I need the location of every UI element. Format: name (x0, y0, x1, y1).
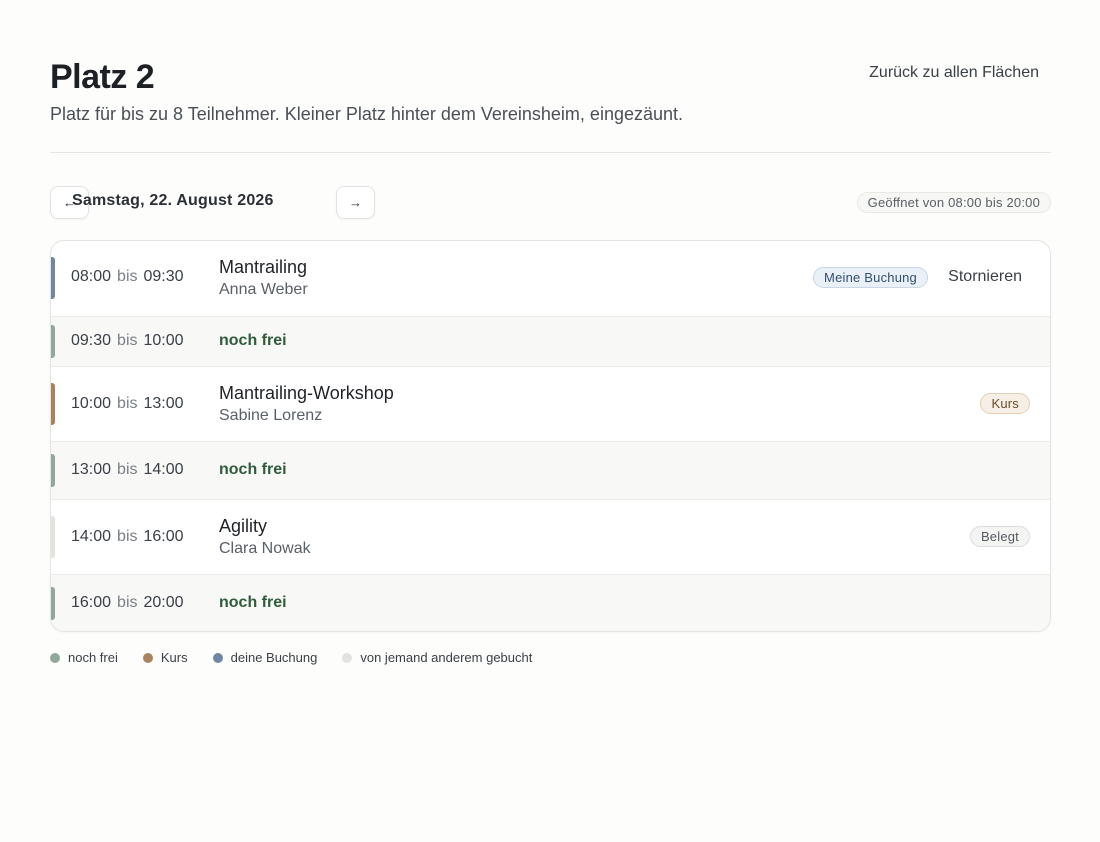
slot-time-separator: bis (117, 461, 138, 478)
slot-free-label: noch frei (219, 594, 287, 611)
slot-time-separator: bis (117, 395, 138, 412)
slot-start: 14:00 (71, 528, 112, 545)
slot-status-bar (51, 383, 55, 425)
slot-item[interactable]: 16:00 bis 20:00 noch frei (51, 574, 1050, 631)
slot-time: 10:00 bis 13:00 (71, 395, 184, 413)
legend: noch frei Kurs deine Buchung von jemand … (50, 650, 557, 665)
slot-status-bar (51, 587, 55, 620)
legend-dot (142, 652, 153, 663)
slot-title: Agility (219, 516, 268, 536)
slot-free-label: noch frei (219, 461, 287, 478)
slot-end: 16:00 (143, 528, 184, 545)
legend-label: von jemand anderem gebucht (360, 650, 533, 665)
slot-free-label: noch frei (219, 332, 287, 349)
slot-end: 20:00 (143, 594, 184, 611)
slot-title: Mantrailing (219, 257, 308, 277)
slot-item[interactable]: 09:30 bis 10:00 noch frei (51, 316, 1050, 366)
slot-time-separator: bis (117, 332, 138, 349)
legend-label: deine Buchung (230, 650, 318, 665)
next-day-button[interactable]: → (336, 186, 375, 219)
slot-start: 09:30 (71, 332, 112, 349)
status-badge: Kurs (980, 393, 1030, 414)
legend-dot (50, 652, 60, 663)
legend-label: Kurs (160, 650, 188, 665)
back-to-areas-link[interactable]: Zurück zu allen Flächen (869, 64, 1039, 82)
status-badge: Belegt (969, 526, 1030, 547)
slot-item: 08:00 bis 09:30 Mantrailing Anna Weber Mei… (51, 241, 1050, 316)
slot-item[interactable]: 13:00 bis 14:00 noch frei (51, 441, 1050, 499)
slot-end: 10:00 (143, 332, 184, 349)
slot-start: 08:00 (71, 268, 112, 285)
slot-status-bar (51, 454, 55, 487)
current-date: Samstag, 22. August 2026 (72, 192, 274, 209)
legend-dot (342, 652, 353, 663)
slot-item: 14:00 bis 16:00 Agility Clara Nowak Belegt (51, 499, 1050, 574)
slot-list: 08:00 bis 09:30 Mantrailing Anna Weber Mei… (50, 240, 1051, 632)
slot-start: 10:00 (71, 395, 112, 412)
slot-item: 10:00 bis 13:00 Mantrailing-Workshop Sabin… (51, 366, 1050, 441)
slot-time: 08:00 bis 09:30 (71, 268, 184, 286)
slot-time: 09:30 bis 10:00 (71, 332, 184, 350)
arrow-right-icon: → (349, 195, 362, 210)
slot-end: 09:30 (143, 268, 184, 285)
legend-item-mine: deine Buchung (212, 650, 318, 665)
slot-time: 13:00 bis 14:00 (71, 461, 184, 479)
legend-label: noch frei (68, 650, 118, 665)
slot-title: Mantrailing-Workshop (219, 383, 394, 403)
slot-time: 14:00 bis 16:00 (71, 528, 184, 546)
slot-owner: Clara Nowak (219, 540, 311, 557)
slot-time-separator: bis (117, 268, 138, 285)
slot-status-bar (51, 325, 55, 358)
slot-owner: Anna Weber (219, 281, 308, 298)
page-header: Platz 2 Platz für bis zu 8 Teilnehmer. K… (50, 0, 1051, 153)
slot-end: 13:00 (143, 395, 184, 412)
slot-time-separator: bis (117, 528, 138, 545)
page-subtitle: Platz für bis zu 8 Teilnehmer. Kleiner P… (50, 104, 684, 124)
legend-item-taken: von jemand anderem gebucht (342, 650, 532, 665)
slot-status-bar (51, 257, 55, 299)
slot-start: 16:00 (71, 594, 112, 611)
legend-item-course: Kurs (142, 650, 188, 665)
legend-dot (212, 652, 223, 663)
slot-end: 14:00 (143, 461, 184, 478)
opening-hours-badge: Geöffnet von 08:00 bis 20:00 (856, 192, 1051, 213)
slot-owner: Sabine Lorenz (219, 407, 323, 424)
slot-time-separator: bis (117, 594, 138, 611)
status-badge: Meine Buchung (813, 267, 928, 288)
cancel-booking-button[interactable]: Stornieren (948, 268, 1022, 286)
slot-start: 13:00 (71, 461, 112, 478)
slot-time: 16:00 bis 20:00 (71, 594, 184, 612)
slot-status-bar (51, 516, 55, 558)
legend-item-free: noch frei (50, 650, 118, 665)
page-title: Platz 2 (50, 58, 155, 96)
